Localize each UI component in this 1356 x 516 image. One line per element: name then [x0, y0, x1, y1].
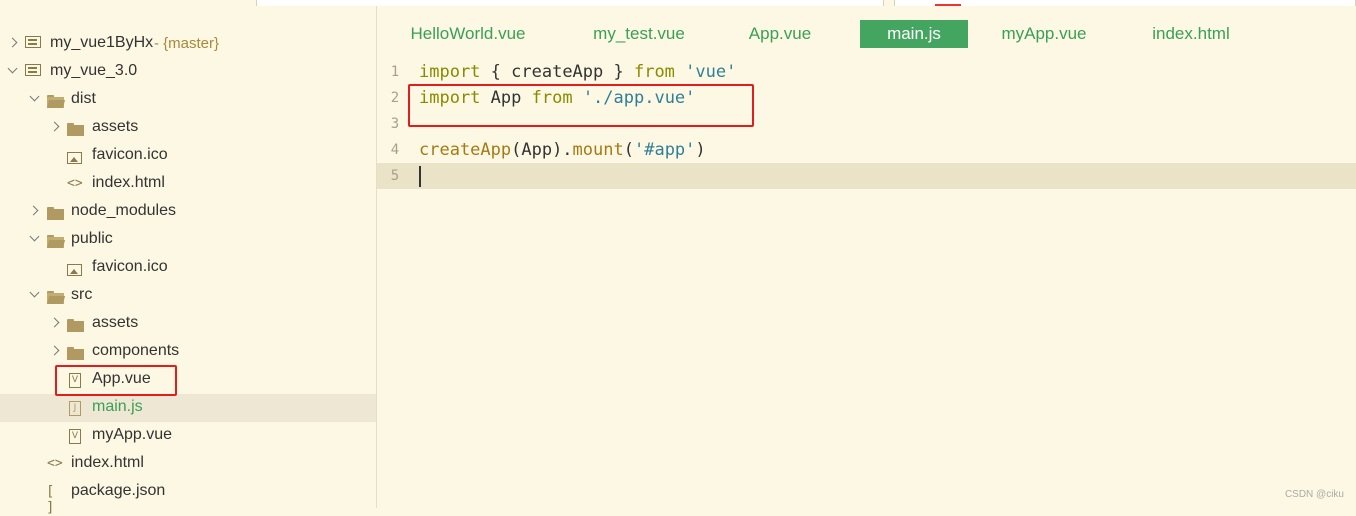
folder-open-icon: [46, 288, 66, 304]
chevron-right-icon[interactable]: [49, 317, 60, 328]
project-icon: [25, 64, 41, 76]
code-line[interactable]: 1 import { createApp } from 'vue': [377, 59, 1356, 85]
tree-item-folder-public[interactable]: public: [0, 226, 376, 254]
tree-item-file-favicon[interactable]: favicon.ico: [0, 142, 376, 170]
tree-item-folder-components[interactable]: components: [0, 338, 376, 366]
tab-myapp-vue[interactable]: myApp.vue: [989, 20, 1099, 48]
tree-item-label: assets: [92, 314, 139, 331]
tree-item-folder-dist[interactable]: dist: [0, 86, 376, 114]
code-text: import { createApp } from 'vue': [419, 62, 737, 82]
tree-item-label: assets: [92, 118, 139, 135]
tree-item-label: index.html: [92, 174, 165, 191]
tree-item-label: src: [71, 286, 93, 303]
tree-item-label: main.js: [92, 398, 143, 415]
tree-item-label: favicon.ico: [92, 258, 168, 275]
tab-my-test-vue[interactable]: my_test.vue: [583, 20, 695, 48]
code-line[interactable]: 4 createApp(App).mount('#app'): [377, 137, 1356, 163]
tree-item-folder-src[interactable]: src: [0, 282, 376, 310]
line-number: 3: [390, 116, 400, 132]
editor-tab-bar: HelloWorld.vue my_test.vue App.vue main.…: [377, 6, 1356, 50]
chevron-right-icon[interactable]: [49, 121, 60, 132]
folder-open-icon: [46, 92, 66, 108]
tab-helloworld-vue[interactable]: HelloWorld.vue: [397, 20, 539, 48]
chevron-down-icon[interactable]: [29, 91, 40, 102]
tree-item-file-package-json[interactable]: [ ] package.json: [0, 478, 376, 516]
tree-item-file-myapp-vue[interactable]: V myApp.vue: [0, 422, 376, 450]
image-file-icon: [67, 150, 85, 166]
project-explorer: my_vue1ByHx - {master} my_vue_3.0 dist a…: [0, 6, 377, 516]
chevron-right-icon[interactable]: [28, 205, 39, 216]
watermark: CSDN @ciku: [1284, 489, 1344, 500]
tree-item-folder-assets[interactable]: assets: [0, 114, 376, 142]
folder-open-icon: [46, 232, 66, 248]
chevron-down-icon[interactable]: [7, 63, 18, 74]
tree-item-file-index-html[interactable]: <> index.html: [0, 450, 376, 478]
json-file-icon: [ ]: [46, 484, 55, 516]
tree-item-label: index.html: [71, 454, 144, 471]
tree-item-folder-assets[interactable]: assets: [0, 310, 376, 338]
tree-item-folder-node-modules[interactable]: node_modules: [0, 198, 376, 226]
code-line-current[interactable]: 5: [377, 163, 1356, 189]
tree-item-label: dist: [71, 90, 96, 107]
folder-icon: [67, 120, 85, 136]
image-file-icon: [67, 262, 85, 278]
chevron-down-icon[interactable]: [29, 287, 40, 298]
folder-icon: [47, 204, 65, 220]
text-cursor: [419, 166, 421, 187]
code-file-icon: <>: [47, 456, 63, 471]
folder-icon: [67, 344, 85, 360]
tree-item-file-index-html[interactable]: <> index.html: [0, 170, 376, 198]
tree-item-label: public: [71, 230, 113, 247]
highlight-box-app-vue: [55, 365, 177, 396]
line-number: 4: [390, 142, 400, 158]
vue-file-icon: V: [69, 428, 87, 444]
code-editor: HelloWorld.vue my_test.vue App.vue main.…: [377, 6, 1356, 508]
tree-item-project-my-vue-3[interactable]: my_vue_3.0: [0, 58, 376, 86]
git-branch-label: - {master}: [154, 35, 220, 52]
tree-item-file-favicon[interactable]: favicon.ico: [0, 254, 376, 282]
project-icon: [25, 36, 41, 48]
tree-item-label: favicon.ico: [92, 146, 168, 163]
tree-item-project-my-vue1byhx[interactable]: my_vue1ByHx - {master}: [0, 30, 376, 58]
tab-index-html[interactable]: index.html: [1139, 20, 1243, 48]
line-number: 1: [390, 64, 400, 80]
tab-app-vue[interactable]: App.vue: [737, 20, 823, 48]
js-file-icon: J: [69, 400, 87, 416]
chevron-down-icon[interactable]: [29, 231, 40, 242]
tree-item-label: components: [92, 342, 180, 359]
line-number: 2: [390, 90, 400, 106]
tree-item-label: node_modules: [71, 202, 176, 219]
tree-item-label: my_vue_3.0: [50, 62, 138, 79]
line-number: 5: [390, 168, 400, 184]
tree-item-file-main-js[interactable]: J main.js: [0, 394, 376, 422]
folder-icon: [67, 316, 85, 332]
code-file-icon: <>: [67, 176, 83, 191]
chevron-right-icon[interactable]: [49, 345, 60, 356]
tree-item-label: my_vue1ByHx: [50, 34, 154, 51]
tree-item-label: myApp.vue: [92, 426, 173, 443]
tree-item-label: package.json: [71, 482, 166, 499]
chevron-right-icon[interactable]: [7, 37, 18, 48]
tab-main-js[interactable]: main.js: [860, 20, 968, 48]
highlight-box-import-line: [408, 84, 754, 127]
code-text: createApp(App).mount('#app'): [419, 140, 706, 160]
